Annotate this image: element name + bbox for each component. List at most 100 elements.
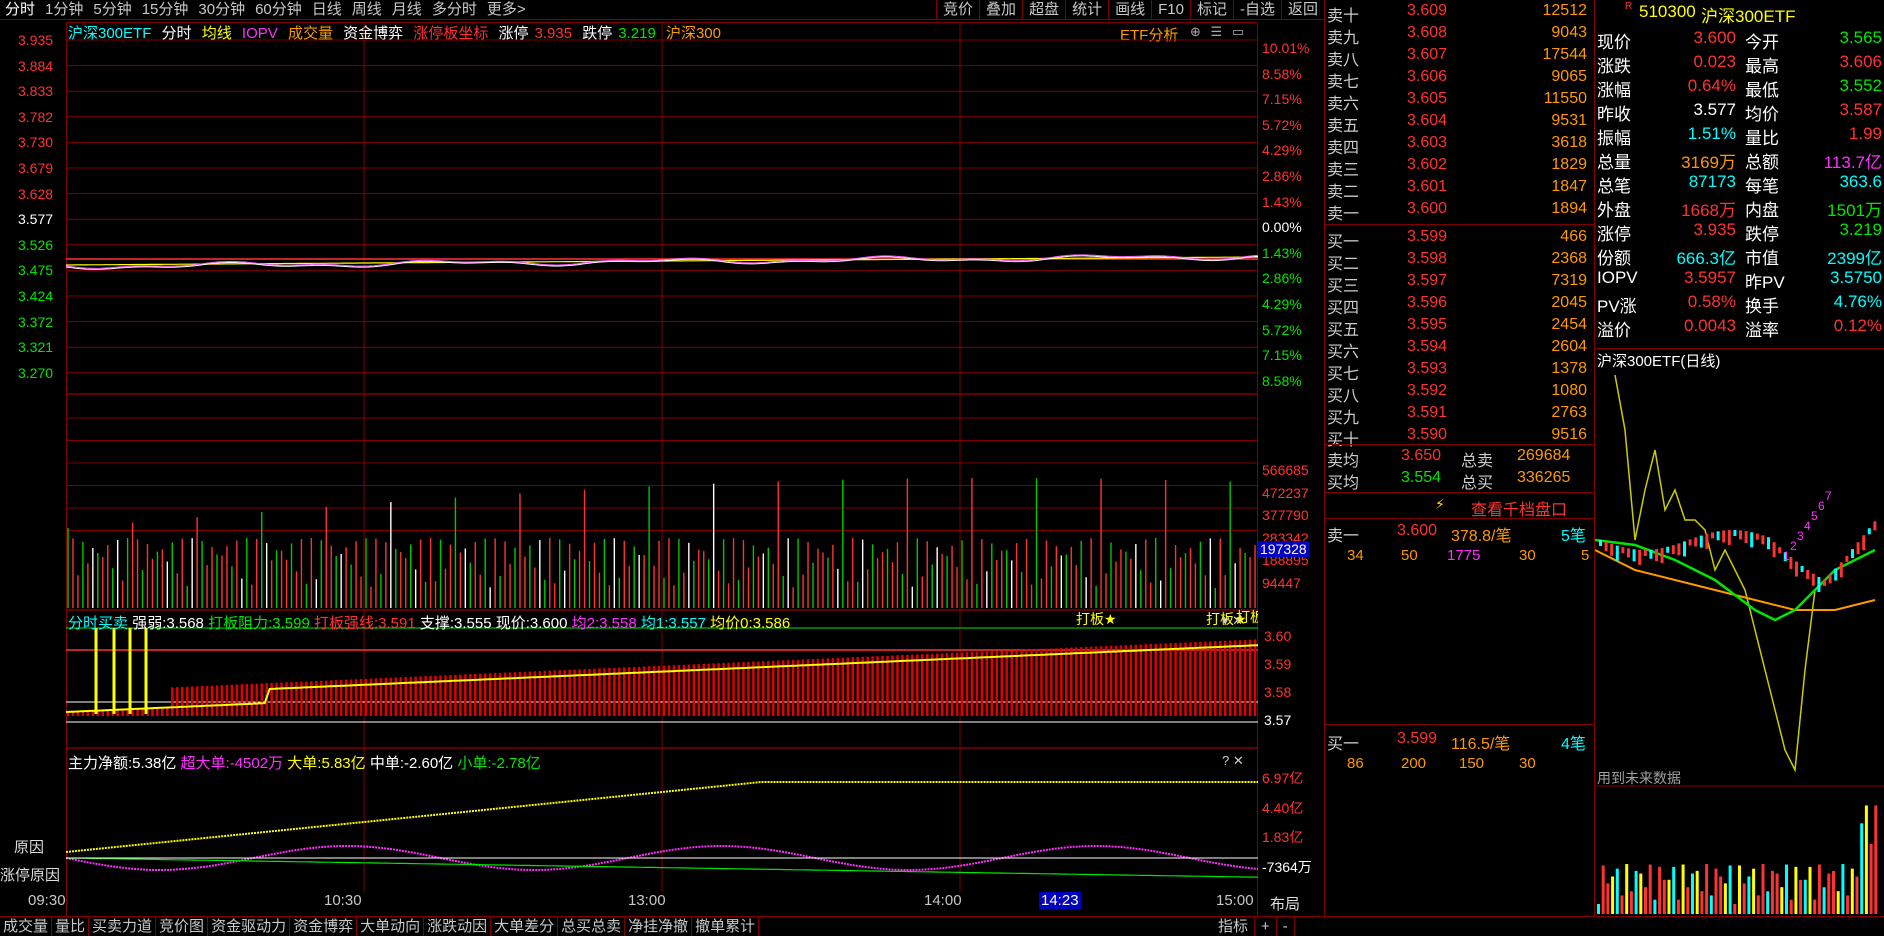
- percent-tick: 4.29%: [1262, 296, 1302, 312]
- ask-row[interactable]: 卖三 3.602 1829: [1325, 156, 1595, 179]
- price-tick: 3.833: [18, 83, 54, 100]
- mini-candle: [1671, 545, 1675, 555]
- quote-value: 3.606: [1839, 52, 1882, 71]
- indicator-tab[interactable]: 成交量: [0, 917, 53, 936]
- period-tab[interactable]: 5分钟: [88, 0, 136, 20]
- mini-volume-bar: [1719, 876, 1723, 914]
- buysell-close-icon[interactable]: ▾ ✕: [1222, 613, 1243, 629]
- ask-row[interactable]: 卖五 3.604 9531: [1325, 112, 1595, 135]
- quote-label: 均价: [1745, 105, 1779, 124]
- main-label: 主力净额:: [68, 755, 133, 772]
- mini-candle: [1851, 549, 1854, 559]
- indicator-tab[interactable]: 净挂净撤: [625, 917, 693, 936]
- period-tab[interactable]: 30分钟: [193, 0, 250, 20]
- quote-label: 最高: [1745, 57, 1779, 76]
- period-tab[interactable]: 月线: [387, 0, 427, 20]
- toolbar-button[interactable]: 竞价: [936, 0, 979, 20]
- indicator-tab[interactable]: 大单差分: [491, 917, 559, 936]
- quote-value: 4.76%: [1833, 292, 1882, 311]
- toolbar-button[interactable]: -自选: [1232, 0, 1281, 20]
- toolbar-button[interactable]: 标记: [1189, 0, 1233, 20]
- ask-row[interactable]: 卖六 3.605 11550: [1325, 90, 1595, 113]
- indicator-tab[interactable]: 竞价图: [156, 917, 209, 936]
- buysell-title[interactable]: 分时买卖: [68, 615, 128, 632]
- mini-daily-chart[interactable]: 7654321: [1595, 370, 1884, 916]
- ask-row[interactable]: 卖九 3.608 9043: [1325, 24, 1595, 47]
- period-tab[interactable]: 1分钟: [40, 0, 88, 20]
- indicator-tab[interactable]: 量比: [52, 917, 90, 936]
- bid-row[interactable]: 买五 3.595 2454: [1325, 316, 1595, 339]
- bid-row[interactable]: 买三 3.597 7319: [1325, 272, 1595, 295]
- level-volume: 1829: [1551, 156, 1587, 173]
- period-tab[interactable]: 15分钟: [137, 0, 194, 20]
- toolbar-button[interactable]: 叠加: [979, 0, 1022, 20]
- quote-label: PV涨: [1597, 297, 1637, 316]
- period-tab[interactable]: 更多>: [482, 0, 531, 20]
- bid-row[interactable]: 买九 3.591 2763: [1325, 404, 1595, 427]
- mini-candle: [1834, 568, 1838, 581]
- mini-candle: [1688, 539, 1692, 546]
- ask-row[interactable]: 卖四 3.603 3618: [1325, 134, 1595, 157]
- mini-candle: [1655, 549, 1658, 562]
- period-tab[interactable]: 日线: [307, 0, 347, 20]
- view-depth-button[interactable]: 查看千档盘口: [1471, 496, 1567, 520]
- price-tick: 3.424: [18, 288, 54, 304]
- period-tab[interactable]: 分时: [0, 0, 40, 20]
- mini-volume-bar: [1601, 865, 1605, 914]
- mini-candle: [1767, 537, 1770, 550]
- ask-row[interactable]: 卖二 3.601 1847: [1325, 178, 1595, 201]
- bid-row[interactable]: 买七 3.593 1378: [1325, 360, 1595, 383]
- limit-reason-button[interactable]: 涨停原因: [0, 864, 60, 885]
- level-label: 卖三: [1327, 162, 1360, 179]
- indicator-menu-button[interactable]: 指标: [1212, 917, 1256, 936]
- capital-close-icon[interactable]: ? ✕: [1222, 753, 1244, 769]
- toolbar-button[interactable]: F10: [1151, 0, 1190, 20]
- toolbar-button[interactable]: 统计: [1065, 0, 1108, 20]
- resist-label: 打板阻力:: [208, 615, 273, 632]
- bid-row[interactable]: 买四 3.596 2045: [1325, 294, 1595, 317]
- zoom-out-button[interactable]: -: [1277, 917, 1295, 936]
- mini-candle: [1811, 573, 1815, 586]
- quote-label: 昨收: [1597, 105, 1631, 124]
- queue1-item: 34: [1347, 547, 1364, 564]
- indicator-tab[interactable]: 资金博弈: [290, 917, 358, 936]
- layout-button[interactable]: 布局: [1270, 893, 1300, 914]
- indicator-tab[interactable]: 资金驱动力: [208, 917, 291, 936]
- volume-tick: 94447: [1262, 574, 1301, 591]
- indicator-tab[interactable]: 大单动向: [357, 917, 425, 936]
- quote-value: 0.0043: [1684, 316, 1736, 335]
- bid-row[interactable]: 买六 3.594 2604: [1325, 338, 1595, 361]
- big-label: 大单:: [287, 755, 322, 772]
- ask-row[interactable]: 卖一 3.600 1894: [1325, 200, 1595, 223]
- mini-volume-bar: [1667, 879, 1671, 914]
- quote-label: 跌停: [1745, 225, 1779, 244]
- reason-button[interactable]: 原因: [14, 836, 44, 857]
- zoom-in-button[interactable]: +: [1255, 917, 1277, 936]
- toolbar-button[interactable]: 画线: [1108, 0, 1151, 20]
- quote-value: 363.6: [1839, 172, 1882, 191]
- period-tab[interactable]: 周线: [347, 0, 387, 20]
- indicator-tab[interactable]: 总买总卖: [558, 917, 626, 936]
- level-label: 卖十: [1327, 8, 1360, 25]
- bid-row[interactable]: 买八 3.592 1080: [1325, 382, 1595, 405]
- bid-row[interactable]: 买二 3.598 2368: [1325, 250, 1595, 273]
- bid-row[interactable]: 买一 3.599 466: [1325, 228, 1595, 251]
- toolbar-button[interactable]: 返回: [1280, 0, 1324, 20]
- ask-row[interactable]: 卖七 3.606 9065: [1325, 68, 1595, 91]
- ask-total: 269684: [1517, 447, 1571, 464]
- indicator-tab[interactable]: 买卖力道: [89, 917, 157, 936]
- mini-volume-bar: [1672, 866, 1676, 914]
- period-tab[interactable]: 多分时: [427, 0, 482, 20]
- mini-volume-bar: [1681, 864, 1685, 914]
- toolbar-button[interactable]: 超盘: [1022, 0, 1065, 20]
- mini-volume-bar: [1761, 864, 1765, 914]
- indicator-tab[interactable]: 涨跌动因: [424, 917, 492, 936]
- mini-candle: [1839, 562, 1843, 578]
- quote-label: 涨跌: [1597, 57, 1631, 76]
- ask-row[interactable]: 卖八 3.607 17544: [1325, 46, 1595, 69]
- ask-row[interactable]: 卖十 3.609 12512: [1325, 2, 1595, 25]
- mini-candle: [1643, 549, 1647, 556]
- level-volume: 466: [1560, 228, 1587, 245]
- period-tab[interactable]: 60分钟: [250, 0, 307, 20]
- indicator-tab[interactable]: 撤单累计: [692, 917, 760, 936]
